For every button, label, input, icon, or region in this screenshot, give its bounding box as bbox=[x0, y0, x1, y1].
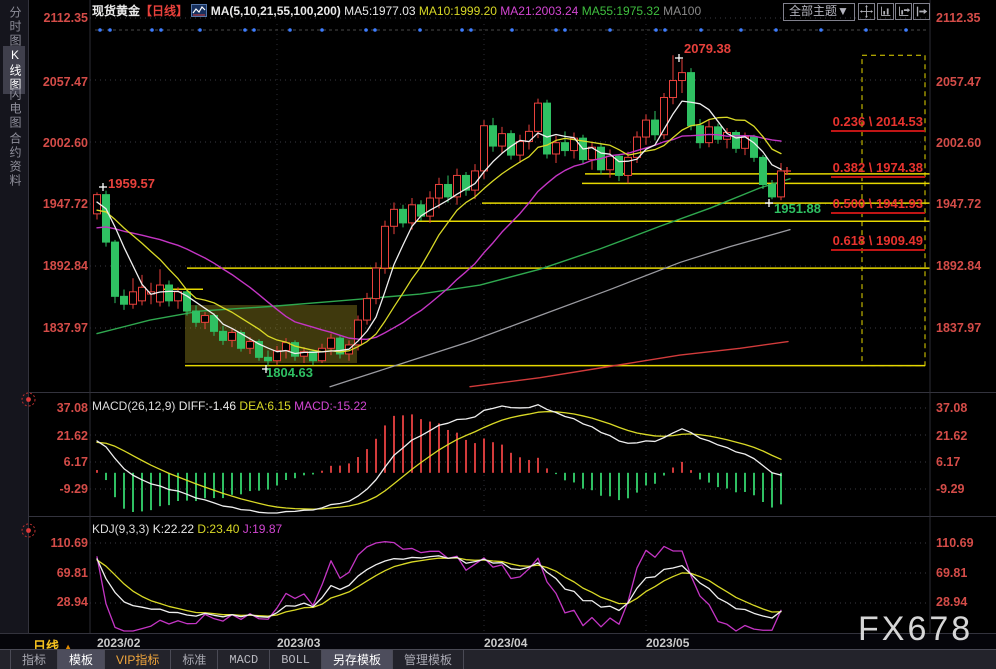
period-tag: 【日线】 bbox=[140, 4, 188, 18]
macd-header: MACD(26,12,9) DIFF:-1.46 DEA:6.15 MACD:-… bbox=[92, 398, 367, 414]
date-axis: 日线 ▲ 2023/022023/032023/042023/05 bbox=[0, 633, 996, 650]
tab-macd[interactable]: MACD bbox=[218, 650, 270, 669]
fib-level-0236: 0.236 \ 2014.53 bbox=[831, 114, 925, 132]
date-label: 2023/05 bbox=[646, 636, 689, 650]
macd-scale-label-left: 6.17 bbox=[30, 455, 88, 469]
bottom-tab-bar: 指标模板VIP指标标准MACDBOLL另存模板管理模板 bbox=[0, 649, 996, 669]
kdj-k-value: K:22.22 bbox=[153, 522, 194, 536]
chart-type-icon bbox=[191, 4, 207, 17]
ma-params: MA(5,10,21,55,100,200) bbox=[211, 4, 341, 18]
tab-boll[interactable]: BOLL bbox=[270, 650, 322, 669]
watermark: FX678 bbox=[858, 610, 973, 649]
macd-bar-value: MACD:-15.22 bbox=[294, 399, 367, 413]
fib-level-0618: 0.618 \ 1909.49 bbox=[831, 233, 925, 251]
main-price-label-left: 1947.72 bbox=[30, 197, 88, 211]
kdj-scale-label-right: 110.69 bbox=[936, 536, 996, 550]
y-axis-scale-icon[interactable] bbox=[877, 3, 894, 20]
date-label: 2023/03 bbox=[277, 636, 320, 650]
macd-scale-label-right: -9.29 bbox=[936, 482, 996, 496]
macd-scale-label-left: 37.08 bbox=[30, 401, 88, 415]
tab-standard[interactable]: 标准 bbox=[171, 650, 218, 669]
x-axis-scale-icon[interactable] bbox=[895, 3, 912, 20]
annotation-may-low: 1951.88 bbox=[774, 201, 821, 216]
main-price-label-left: 2002.60 bbox=[30, 136, 88, 150]
kdj-scale-label-left: 69.81 bbox=[30, 566, 88, 580]
main-price-label-left: 2057.47 bbox=[30, 75, 88, 89]
kdj-d-value: D:23.40 bbox=[197, 522, 239, 536]
tab-manage-template[interactable]: 管理模板 bbox=[393, 650, 464, 669]
main-price-label-right: 2057.47 bbox=[936, 75, 996, 89]
kdj-scale-label-right: 69.81 bbox=[936, 566, 996, 580]
macd-diff-value: DIFF:-1.46 bbox=[179, 399, 236, 413]
macd-params: MACD(26,12,9) bbox=[92, 399, 175, 413]
date-label: 2023/04 bbox=[484, 636, 527, 650]
pan-crosshair-icon[interactable] bbox=[858, 3, 875, 20]
theme-dropdown-button[interactable]: 全部主题▼ bbox=[783, 3, 855, 21]
kdj-scale-label-right: 28.94 bbox=[936, 595, 996, 609]
ma21-value: MA21:2003.24 bbox=[500, 4, 578, 18]
fib-level-0382: 0.382 \ 1974.38 bbox=[831, 160, 925, 178]
trading-app-window: 分时图K线图闪电图合约资料 现货黄金【日线】 MA(5,10,21,55,100… bbox=[0, 0, 996, 669]
kdj-j-value: J:19.87 bbox=[243, 522, 282, 536]
kdj-params: KDJ(9,3,3) bbox=[92, 522, 149, 536]
main-chart-header: 现货黄金【日线】 MA(5,10,21,55,100,200) MA5:1977… bbox=[92, 3, 701, 19]
main-price-label-right: 1892.84 bbox=[936, 259, 996, 273]
macd-dea-value: DEA:6.15 bbox=[239, 399, 290, 413]
ma5-value: MA5:1977.03 bbox=[344, 4, 415, 18]
macd-scale-label-left: 21.62 bbox=[30, 429, 88, 443]
macd-scale-label-right: 6.17 bbox=[936, 455, 996, 469]
tab-template[interactable]: 模板 bbox=[58, 650, 105, 669]
main-price-label-left: 2112.35 bbox=[30, 11, 88, 25]
date-label: 2023/02 bbox=[97, 636, 140, 650]
annotation-feb-low: 1804.63 bbox=[266, 365, 313, 380]
tab-vip-indicators[interactable]: VIP指标 bbox=[105, 650, 171, 669]
tab-indicators[interactable]: 指标 bbox=[10, 650, 58, 669]
chart-canvas[interactable] bbox=[0, 0, 996, 669]
main-price-label-left: 1837.97 bbox=[30, 321, 88, 335]
main-price-label-right: 2002.60 bbox=[936, 136, 996, 150]
main-price-label-right: 2112.35 bbox=[936, 11, 996, 25]
main-price-label-left: 1892.84 bbox=[30, 259, 88, 273]
ma10-value: MA10:1999.20 bbox=[419, 4, 497, 18]
main-price-label-right: 1837.97 bbox=[936, 321, 996, 335]
macd-scale-label-right: 37.08 bbox=[936, 401, 996, 415]
macd-scale-label-right: 21.62 bbox=[936, 429, 996, 443]
main-price-label-right: 1947.72 bbox=[936, 197, 996, 211]
macd-scale-label-left: -9.29 bbox=[30, 482, 88, 496]
annotation-top-high: 2079.38 bbox=[684, 41, 731, 56]
annotation-first-high: 1959.57 bbox=[108, 176, 155, 191]
ma100-label: MA100 bbox=[663, 4, 701, 18]
ma55-value: MA55:1975.32 bbox=[582, 4, 660, 18]
kdj-header: KDJ(9,3,3) K:22.22 D:23.40 J:19.87 bbox=[92, 521, 282, 537]
kdj-scale-label-left: 110.69 bbox=[30, 536, 88, 550]
fib-level-0500: 0.500 \ 1941.93 bbox=[831, 196, 925, 214]
symbol-title: 现货黄金 bbox=[92, 4, 140, 18]
kdj-scale-label-left: 28.94 bbox=[30, 595, 88, 609]
tab-save-template[interactable]: 另存模板 bbox=[322, 650, 393, 669]
shift-right-icon[interactable] bbox=[913, 3, 930, 20]
